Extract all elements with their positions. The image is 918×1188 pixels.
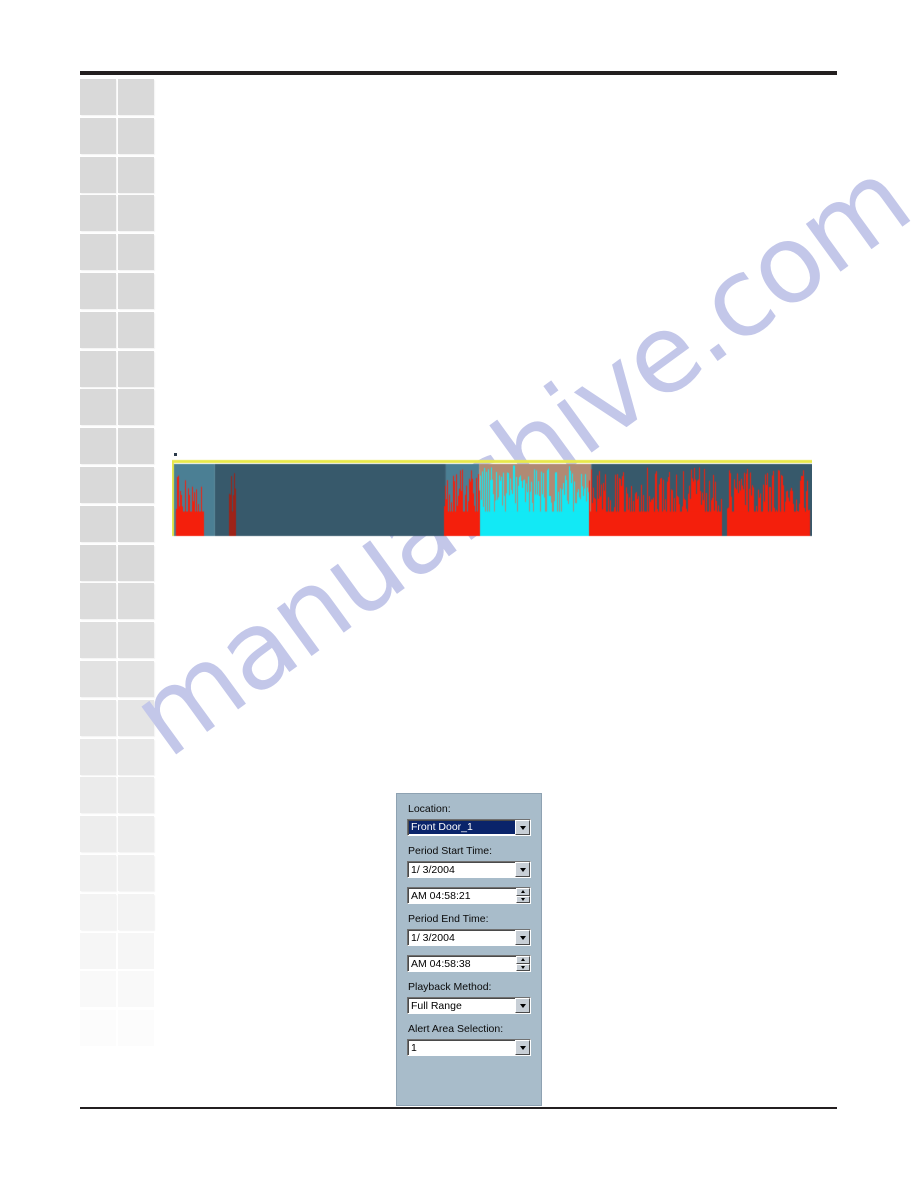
thumbnail-square	[118, 311, 154, 348]
thumbnail-square	[80, 544, 116, 581]
location-value[interactable]: Front Door_1	[409, 821, 515, 834]
period-end-time-increment-up-icon[interactable]	[516, 956, 530, 964]
thumbnail-square	[80, 350, 116, 387]
playback-method-label: Playback Method:	[408, 981, 492, 993]
triangle-down-glyph	[519, 1003, 526, 1008]
period-end-time-decrement-down-icon[interactable]	[516, 963, 530, 971]
thumbnail-square	[118, 583, 154, 620]
thumbnail-strip	[80, 79, 158, 1091]
page-footer-rule	[80, 1107, 837, 1109]
thumbnail-square	[80, 738, 116, 775]
thumbnail-square	[80, 1049, 116, 1085]
thumbnail-square	[80, 311, 116, 348]
event-activity-timeline[interactable]	[172, 453, 812, 544]
timeline-canvas[interactable]	[172, 458, 812, 544]
thumbnail-square	[118, 273, 154, 309]
triangle-down-glyph	[519, 867, 526, 872]
period-start-date-value[interactable]: 1/ 3/2004	[408, 863, 515, 877]
thumbnail-square	[80, 195, 116, 232]
period-end-date-value[interactable]: 1/ 3/2004	[408, 931, 515, 945]
playback-settings-panel[interactable]: Location: Front Door_1 Period Start Time: 1…	[396, 793, 542, 1106]
thumbnail-square	[80, 389, 116, 426]
thumbnail-square	[118, 777, 154, 814]
thumbnail-square	[118, 234, 154, 271]
thumbnail-square	[80, 855, 116, 891]
thumbnail-square	[118, 156, 154, 193]
thumbnail-square	[80, 971, 116, 1008]
location-combobox[interactable]: Front Door_1	[407, 819, 531, 836]
thumbnail-square	[118, 117, 154, 154]
thumbnail-square	[118, 195, 154, 232]
timeline-origin-marker	[174, 453, 177, 456]
playback-method-value[interactable]: Full Range	[408, 999, 515, 1013]
period-end-time-stepper[interactable]	[516, 956, 530, 971]
thumbnail-square	[80, 932, 116, 969]
period-start-time-increment-up-icon[interactable]	[516, 888, 530, 896]
thumbnail-square	[118, 544, 154, 581]
thumbnail-square	[80, 117, 116, 154]
thumbnail-square	[118, 893, 154, 930]
period-end-time-spinner[interactable]: AM 04:58:38	[407, 955, 531, 972]
thumbnail-square	[80, 893, 116, 930]
thumbnail-square	[80, 156, 116, 193]
thumbnail-square	[118, 389, 154, 426]
triangle-down-glyph	[521, 965, 525, 969]
period-end-date-label: Period End Time:	[408, 913, 489, 925]
thumbnail-square	[118, 505, 154, 542]
period-end-date-chevron-down-icon[interactable]	[515, 930, 530, 945]
thumbnail-square	[118, 467, 154, 503]
location-label: Location:	[408, 803, 451, 815]
thumbnail-square	[80, 234, 116, 271]
thumbnail-square	[118, 855, 154, 891]
alert-area-selection-combobox[interactable]: 1	[407, 1039, 531, 1056]
thumbnail-square	[118, 79, 154, 115]
thumbnail-square	[118, 661, 154, 697]
thumbnail-square	[118, 1049, 154, 1085]
period-start-time-decrement-down-icon[interactable]	[516, 895, 530, 903]
playback-method-chevron-down-icon[interactable]	[515, 998, 530, 1013]
thumbnail-square	[118, 350, 154, 387]
thumbnail-square	[118, 428, 154, 465]
triangle-down-glyph	[519, 1045, 526, 1050]
period-start-date-label: Period Start Time:	[408, 845, 493, 857]
thumbnail-square	[80, 661, 116, 697]
thumbnail-square	[118, 622, 154, 659]
thumbnail-square	[118, 816, 154, 853]
triangle-down-glyph	[521, 897, 525, 901]
thumbnail-square	[80, 777, 116, 814]
triangle-down-glyph	[519, 935, 526, 940]
thumbnail-square	[118, 1010, 154, 1047]
alert-area-selection-value[interactable]: 1	[408, 1041, 515, 1055]
alert-area-selection-chevron-down-icon[interactable]	[515, 1040, 530, 1055]
playback-method-combobox[interactable]: Full Range	[407, 997, 531, 1014]
period-start-time-spinner[interactable]: AM 04:58:21	[407, 887, 531, 904]
thumbnail-square	[80, 583, 116, 620]
period-end-time-value[interactable]: AM 04:58:38	[408, 957, 516, 971]
period-start-time-stepper[interactable]	[516, 888, 530, 903]
alert-area-selection-label: Alert Area Selection:	[408, 1023, 504, 1035]
thumbnail-square	[80, 467, 116, 503]
thumbnail-square	[118, 738, 154, 775]
period-start-time-value[interactable]: AM 04:58:21	[408, 889, 516, 903]
thumbnail-square	[80, 622, 116, 659]
triangle-up-glyph	[521, 890, 525, 894]
page-header-rule	[80, 71, 837, 75]
thumbnail-square	[80, 1010, 116, 1047]
thumbnail-square	[80, 428, 116, 465]
period-start-date-combobox[interactable]: 1/ 3/2004	[407, 861, 531, 878]
period-start-date-chevron-down-icon[interactable]	[515, 862, 530, 877]
thumbnail-square	[118, 699, 154, 736]
thumbnail-square	[118, 932, 154, 969]
thumbnail-square	[80, 816, 116, 853]
period-end-date-combobox[interactable]: 1/ 3/2004	[407, 929, 531, 946]
thumbnail-square	[80, 273, 116, 309]
location-chevron-down-icon[interactable]	[515, 820, 530, 835]
thumbnail-square	[80, 699, 116, 736]
thumbnail-square	[80, 505, 116, 542]
triangle-up-glyph	[521, 958, 525, 962]
thumbnail-square	[118, 971, 154, 1008]
triangle-down-glyph	[519, 825, 526, 830]
thumbnail-square	[80, 79, 116, 115]
